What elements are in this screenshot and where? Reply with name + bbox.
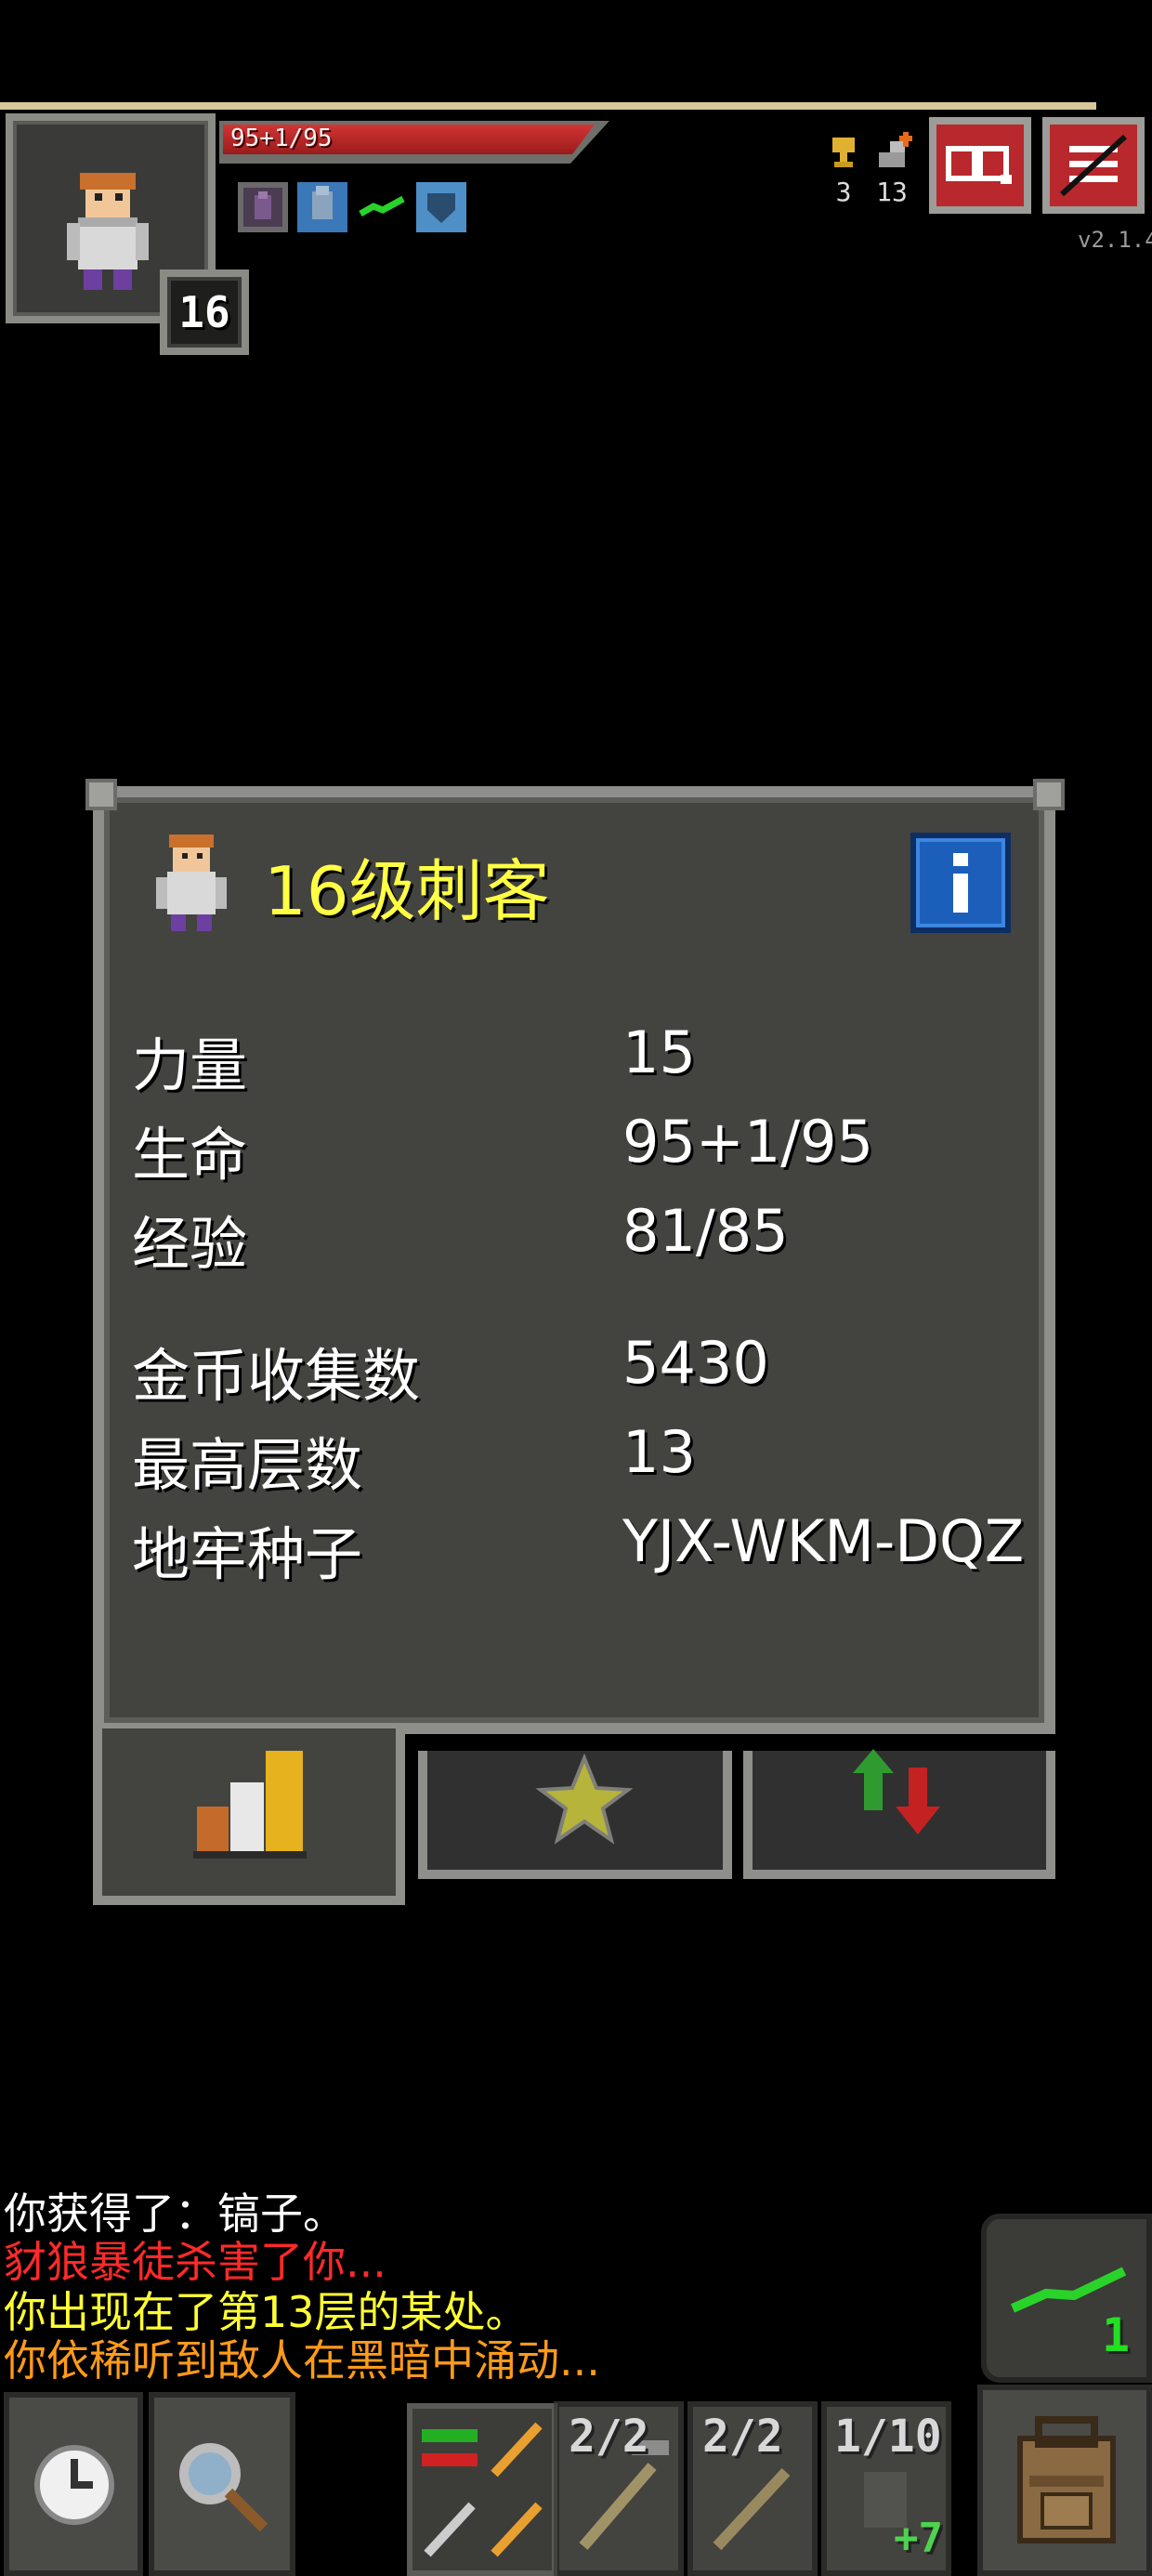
info-icon xyxy=(953,853,968,913)
stat-value-strength: 15 xyxy=(622,1019,696,1086)
window-title: 16级刺客 xyxy=(264,852,550,930)
armor-buff-icon[interactable] xyxy=(297,182,347,232)
stat-label-gold: 金币收集数 xyxy=(132,1342,421,1410)
quickslot-1-count: 2/2 xyxy=(569,2411,649,2463)
hero-level-badge: 16 xyxy=(160,269,249,355)
backpack-icon xyxy=(1017,2416,1116,2543)
swap-icon xyxy=(422,2422,543,2557)
stat-label-seed: 地牢种子 xyxy=(132,1520,363,1588)
stat-value-health: 95+1/95 xyxy=(622,1108,874,1176)
hp-text: 95+1/95 xyxy=(230,125,333,152)
version-label: v2.1.4 xyxy=(1078,227,1152,253)
shadow-buff-icon[interactable] xyxy=(238,182,288,232)
journal-button[interactable] xyxy=(929,117,1031,214)
menu-icon xyxy=(1059,134,1128,197)
up-down-arrows-icon xyxy=(853,1749,940,1834)
clock-icon xyxy=(34,2445,114,2525)
quickslot-swap-group[interactable] xyxy=(407,2403,557,2576)
stat-label-max-depth: 最高层数 xyxy=(132,1431,363,1499)
top-divider xyxy=(0,102,1096,110)
stat-label-strength: 力量 xyxy=(132,1032,248,1099)
green-dash-buff-icon[interactable] xyxy=(357,182,407,232)
stat-label-health: 生命 xyxy=(132,1121,248,1189)
quiver-count: 1 xyxy=(1102,2308,1131,2362)
stat-value-exp: 81/85 xyxy=(622,1197,789,1265)
stats-chart-icon xyxy=(193,1751,307,1859)
quickslot-3-count: 1/10 xyxy=(834,2411,942,2463)
tab-stats[interactable] xyxy=(93,1728,405,1905)
stat-value-gold: 5430 xyxy=(622,1329,769,1397)
shield-buff-icon[interactable] xyxy=(416,182,466,232)
stat-label-exp: 经验 xyxy=(132,1210,248,1278)
depth-stairs-icon xyxy=(875,130,916,175)
window-corner xyxy=(1033,779,1065,810)
tab-badges[interactable] xyxy=(418,1751,732,1879)
backpack-button[interactable] xyxy=(977,2385,1152,2576)
quickslot-2-count: 2/2 xyxy=(702,2411,783,2463)
wait-button[interactable] xyxy=(4,2392,143,2576)
star-badge-icon xyxy=(535,1753,634,1845)
stat-value-seed: YJX-WKM-DQZ xyxy=(622,1507,1025,1575)
journal-icon xyxy=(946,146,1012,184)
magnifier-icon xyxy=(179,2443,268,2532)
trophy-count: 3 xyxy=(835,177,852,207)
quickslot-3-upgrade: +7 xyxy=(894,2515,943,2562)
window-corner xyxy=(85,779,117,810)
tab-challenges[interactable] xyxy=(743,1749,1055,1879)
depth-count: 13 xyxy=(876,177,908,207)
search-button[interactable] xyxy=(149,2392,295,2576)
trophy-icon xyxy=(827,136,860,177)
stat-value-max-depth: 13 xyxy=(622,1418,696,1486)
hero-avatar-icon xyxy=(139,827,242,952)
menu-button[interactable] xyxy=(1042,117,1145,214)
log-message: 你依稀听到敌人在黑暗中涌动... xyxy=(4,2335,600,2385)
info-button[interactable] xyxy=(910,833,1011,933)
